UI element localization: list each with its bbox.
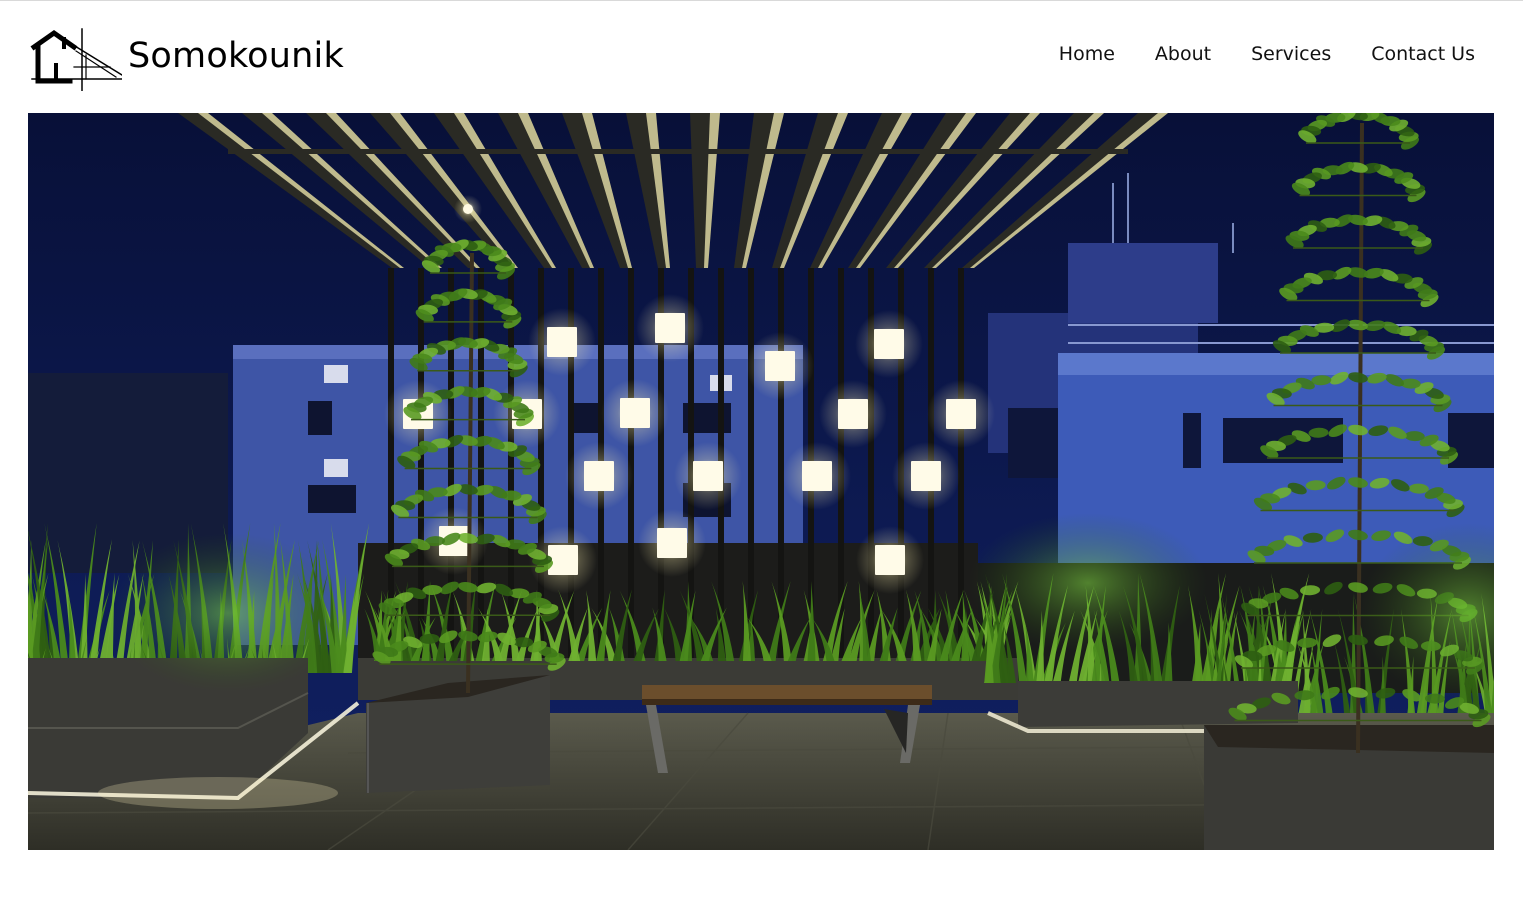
nav-about[interactable]: About bbox=[1155, 43, 1211, 65]
brand-name: Somokounik bbox=[128, 36, 344, 76]
hero-image bbox=[28, 113, 1494, 850]
site-header: Somokounik Home About Services Contact U… bbox=[0, 1, 1523, 113]
nav-contact-us[interactable]: Contact Us bbox=[1371, 43, 1475, 65]
brand-logo-link[interactable]: Somokounik bbox=[30, 23, 344, 93]
house-blueprint-icon bbox=[30, 28, 122, 91]
rooftop-garden-illustration bbox=[28, 113, 1494, 850]
main-nav: Home About Services Contact Us bbox=[1059, 43, 1475, 65]
nav-services[interactable]: Services bbox=[1251, 43, 1331, 65]
nav-home[interactable]: Home bbox=[1059, 43, 1115, 65]
